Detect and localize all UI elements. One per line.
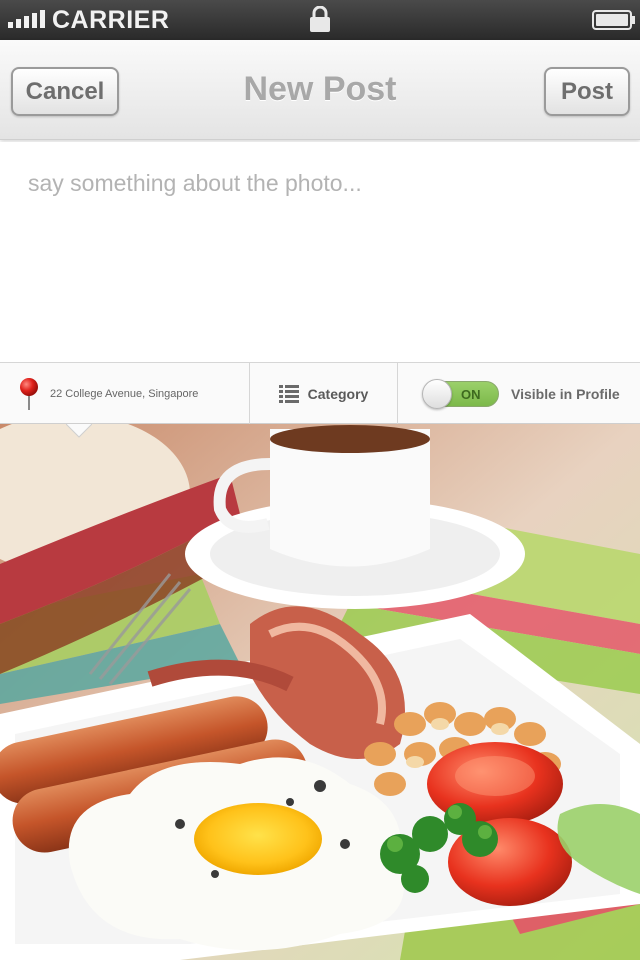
status-bar: CARRIER bbox=[0, 0, 640, 40]
list-icon bbox=[278, 384, 299, 403]
post-options-bar: 22 College Avenue, Singapore Category ON… bbox=[0, 362, 640, 424]
carrier-name: CARRIER bbox=[52, 6, 170, 34]
lock-icon bbox=[310, 6, 330, 32]
caption-input[interactable] bbox=[0, 142, 640, 362]
navigation-bar: Cancel New Post Post bbox=[0, 40, 640, 140]
location-label: 22 College Avenue, Singapore bbox=[50, 387, 199, 400]
category-option[interactable]: Category bbox=[250, 363, 398, 424]
location-option[interactable]: 22 College Avenue, Singapore bbox=[0, 363, 250, 424]
post-button[interactable]: Post bbox=[544, 67, 630, 116]
caption-area bbox=[0, 142, 640, 362]
category-label: Category bbox=[307, 385, 369, 402]
visibility-option: ON Visible in Profile bbox=[398, 363, 640, 424]
toggle-state-label: ON bbox=[461, 386, 481, 402]
battery-icon bbox=[592, 10, 635, 30]
visibility-toggle[interactable]: ON bbox=[422, 378, 499, 409]
signal-bars-icon bbox=[8, 10, 45, 28]
toggle-knob bbox=[422, 378, 452, 409]
photo-illustration bbox=[0, 424, 640, 960]
visibility-label: Visible in Profile bbox=[511, 385, 620, 402]
location-pointer-notch bbox=[66, 424, 92, 438]
breakfast-photo bbox=[0, 424, 640, 960]
map-pin-icon bbox=[20, 377, 38, 410]
